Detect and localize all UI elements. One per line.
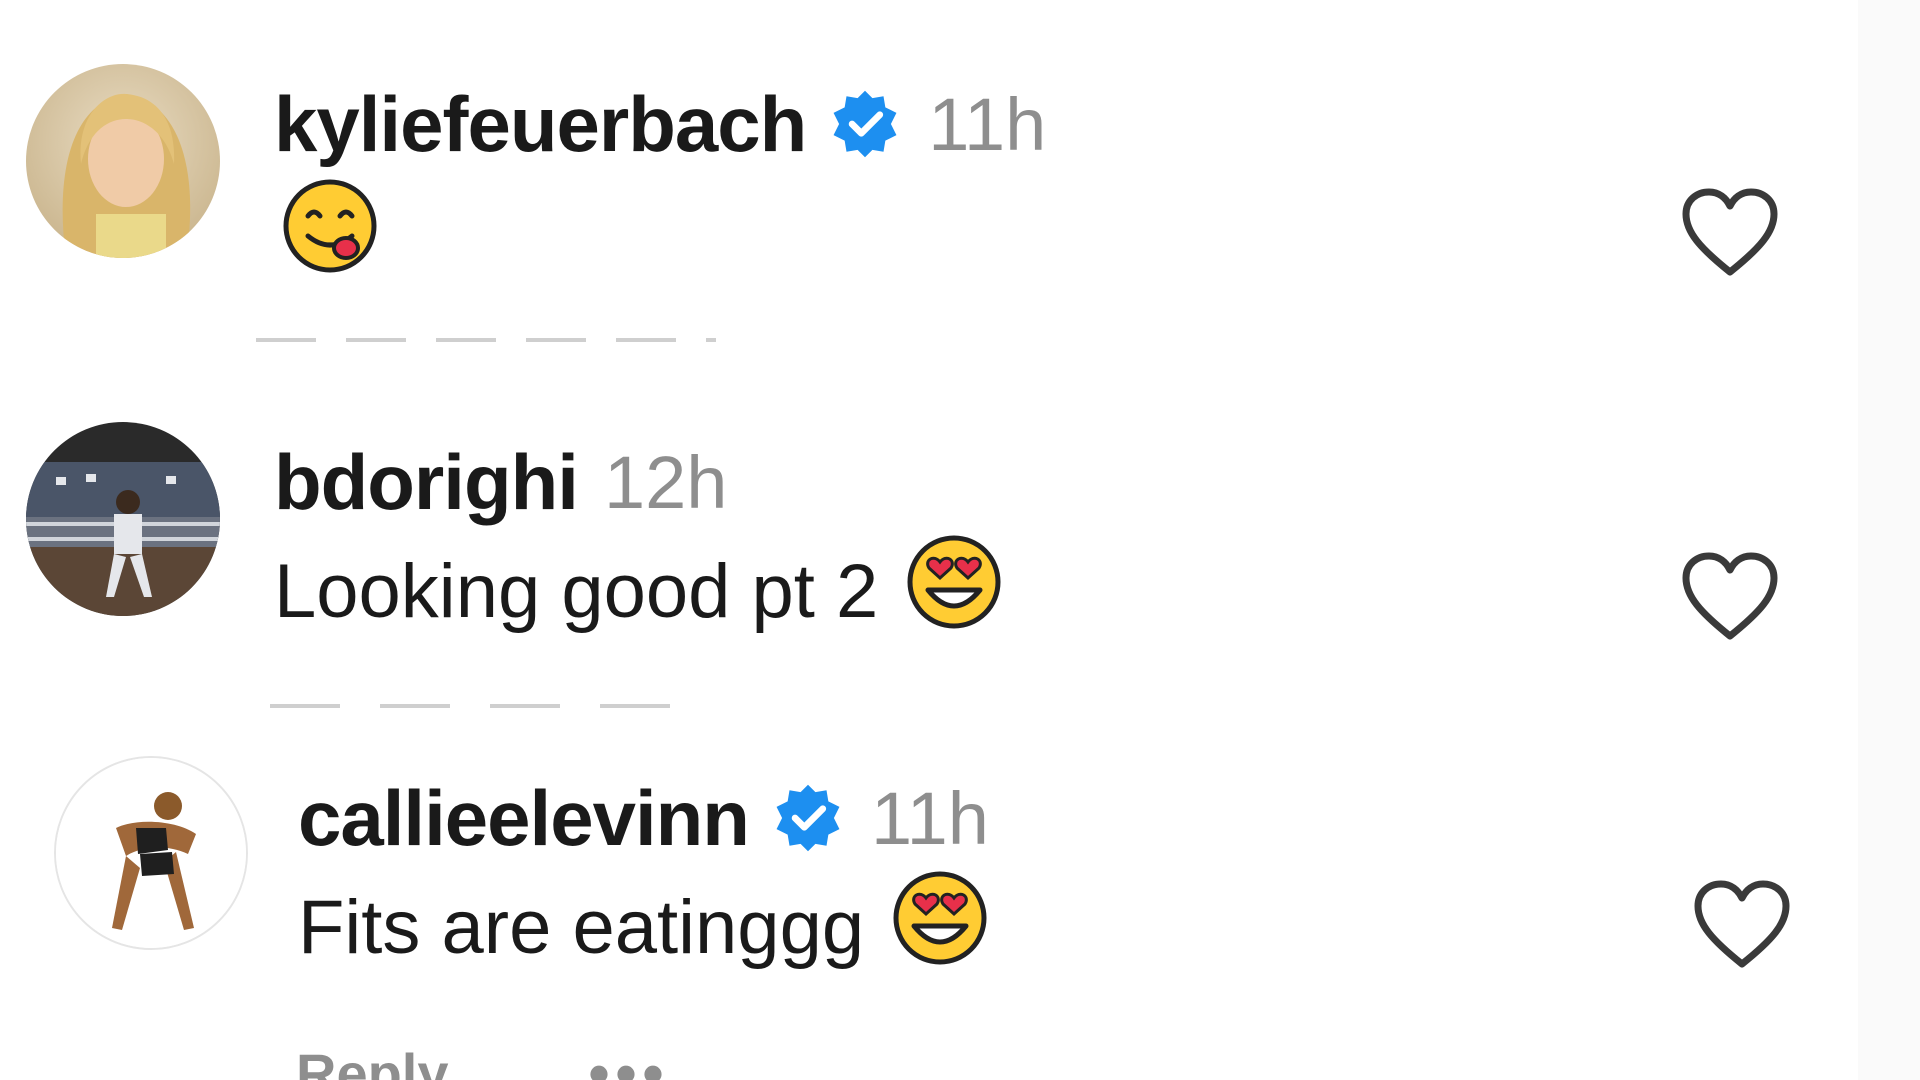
reply-row-cut: [256, 338, 716, 350]
reply-button[interactable]: Reply: [296, 1041, 449, 1080]
heart-eyes-emoji: [890, 868, 990, 986]
more-options-button[interactable]: •••: [589, 1039, 670, 1080]
comment-text: Fits are eatinggg: [298, 884, 865, 970]
baseball-player-avatar: [26, 422, 220, 616]
like-heart-icon[interactable]: [1692, 880, 1792, 970]
avatar[interactable]: [54, 756, 248, 950]
verified-badge-icon: [828, 87, 902, 161]
scroll-gutter: [1858, 0, 1920, 1080]
comment-timestamp: 11h: [870, 776, 989, 860]
comment-timestamp: 12h: [603, 440, 728, 524]
reply-row-cut: [270, 704, 710, 712]
comment-username[interactable]: callieelevinn: [298, 773, 750, 864]
comment-item: callieelevinn 11h Fits are eatinggg Repl…: [0, 720, 1858, 1080]
blonde-woman-avatar: [26, 64, 220, 258]
comment-username[interactable]: kyliefeuerbach: [274, 79, 807, 170]
comment-text: Looking good pt 2: [274, 548, 879, 634]
tongue-yum-emoji: [280, 176, 380, 294]
comments-panel: kyliefeuerbach 11h bdorighi 12h Looking …: [0, 0, 1920, 1080]
verified-badge-icon: [771, 781, 845, 855]
posing-woman-avatar: [56, 758, 246, 948]
like-heart-icon[interactable]: [1680, 552, 1780, 642]
comment-item: bdorighi 12h Looking good pt 2: [0, 360, 1858, 710]
comment-timestamp: 11h: [928, 82, 1047, 166]
avatar[interactable]: [26, 422, 220, 616]
comment-username[interactable]: bdorighi: [274, 437, 579, 528]
avatar[interactable]: [26, 64, 220, 258]
heart-eyes-emoji: [904, 532, 1004, 650]
comment-item: kyliefeuerbach 11h: [0, 0, 1858, 342]
like-heart-icon[interactable]: [1680, 188, 1780, 278]
